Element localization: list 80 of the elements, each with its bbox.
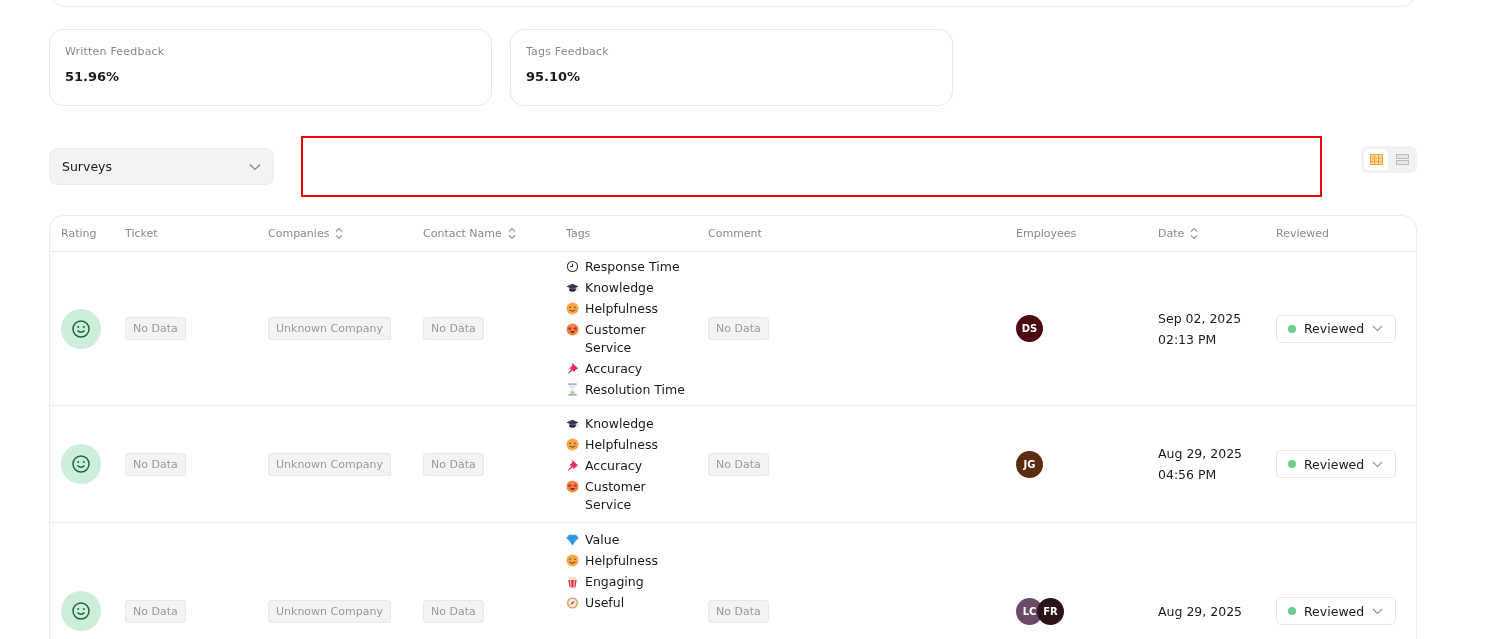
sort-icon[interactable] [507,227,516,240]
stat-value: 51.96% [65,69,121,84]
clock-icon [566,260,579,273]
tag-label: Knowledge [585,279,654,297]
company-chip: Unknown Company [268,599,391,623]
smiling-face-icon [566,302,579,315]
chevron-down-icon [248,162,261,171]
smiley-rating-icon [61,308,101,349]
review-status-dropdown[interactable]: Reviewed [1276,314,1397,343]
employee-avatar[interactable]: DS [1016,315,1043,342]
tag-label: Helpfulness [585,552,658,570]
empty-value-chip: No Data [125,452,186,476]
employee-avatar[interactable]: JG [1016,450,1043,478]
smiling-face-icon [566,437,579,451]
company-chip: Unknown Company [268,452,391,476]
time-text: 04:56 PM [1158,467,1217,482]
stat-label: Tags Feedback [526,45,610,58]
column-header[interactable]: Contact Name [423,227,502,240]
star-eyes-face-icon [566,479,579,493]
empty-value-chip: No Data [708,452,769,476]
tag-label: Helpfulness [585,300,658,318]
tag-label: Accuracy [585,456,643,475]
graduation-cap-icon [566,281,579,294]
column-header: Rating [61,227,97,240]
smiling-face-icon [566,554,579,567]
empty-value-chip: No Data [125,599,186,623]
compass-icon [566,596,579,609]
empty-value-chip: No Data [708,317,769,340]
sort-icon[interactable] [1190,227,1199,240]
table-grid-icon [1369,154,1383,165]
date-text: Sep 02, 2025 [1158,310,1242,326]
tag-label: Response Time [585,258,680,276]
tag-label: Customer Service [585,477,647,514]
tag-label: Helpfulness [585,435,658,454]
time-text: 02:13 PM [1158,331,1217,347]
tag-label: Customer Service [585,321,647,357]
gem-icon [566,533,579,546]
review-status-dropdown[interactable]: Reviewed [1276,597,1397,625]
date-text: Aug 29, 2025 [1158,603,1243,619]
chevron-down-icon [1372,325,1384,332]
chevron-down-icon [1372,460,1384,468]
stat-value: 95.10% [526,69,582,84]
column-header[interactable]: Date [1158,227,1185,240]
star-eyes-face-icon [566,323,579,336]
empty-value-chip: No Data [125,317,186,340]
column-header: Ticket [125,227,158,240]
column-header: Reviewed [1276,227,1329,240]
status-dot [1288,607,1296,615]
tag-label: Value [585,531,620,549]
column-header[interactable]: Companies [268,227,330,240]
column-header: Comment [708,227,762,240]
smiley-rating-icon [61,591,101,631]
status-dot [1288,460,1296,468]
popcorn-icon [566,575,579,588]
tag-label: Knowledge [585,414,654,433]
empty-value-chip: No Data [423,452,484,476]
empty-value-chip: No Data [708,599,769,623]
employee-avatar[interactable]: FR [1037,597,1064,625]
tag-label: Useful [585,594,625,612]
date-text: Aug 29, 2025 [1158,446,1243,461]
empty-value-chip: No Data [423,599,484,623]
company-chip: Unknown Company [268,317,391,340]
pushpin-icon [566,458,579,472]
tag-label: Accuracy [585,360,643,378]
grid-view-button[interactable] [1364,149,1388,170]
review-status-dropdown[interactable]: Reviewed [1276,450,1397,478]
smiley-rating-icon [61,444,101,484]
empty-value-chip: No Data [423,317,484,340]
column-header: Tags [566,227,591,240]
chevron-down-icon [1372,607,1384,615]
tag-label: Engaging [585,573,644,591]
status-dot [1288,324,1296,333]
list-rows-icon [1395,154,1409,165]
pushpin-icon [566,362,579,375]
tag-label: Resolution Time [585,381,685,399]
hourglass-icon [566,383,579,396]
column-header: Employees [1016,227,1077,240]
stat-label: Written Feedback [65,45,166,58]
sort-icon[interactable] [335,227,344,240]
source-dropdown[interactable]: Surveys [49,148,274,185]
